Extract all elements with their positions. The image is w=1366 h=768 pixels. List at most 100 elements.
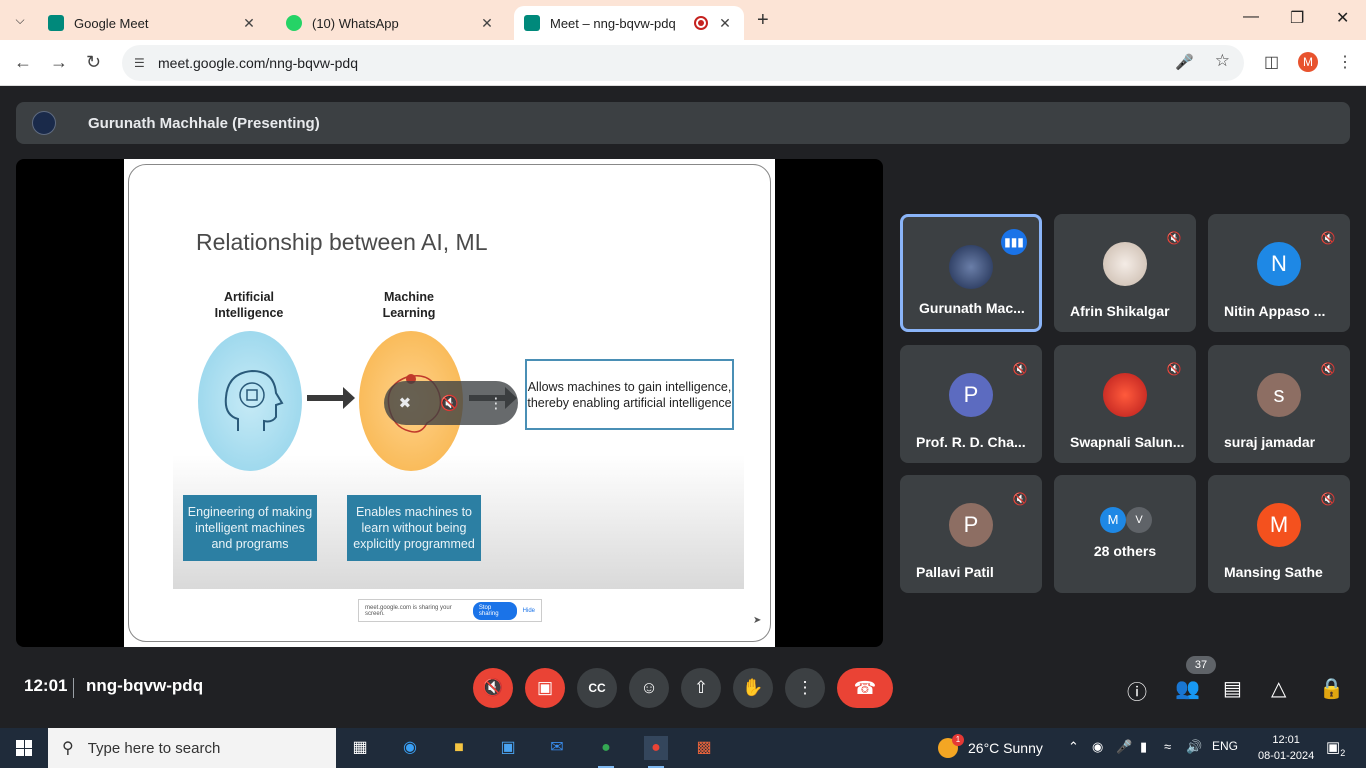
arrow-ai-to-ml bbox=[307, 387, 355, 409]
back-icon[interactable]: ← bbox=[14, 52, 32, 73]
other-avatar: M bbox=[1100, 507, 1126, 533]
restore-icon[interactable]: ❐ bbox=[1290, 8, 1304, 28]
participant-tile[interactable]: 🔇 Swapnali Salun... bbox=[1054, 345, 1196, 463]
more-options-icon[interactable]: ⋮ bbox=[488, 394, 503, 412]
hide-button[interactable]: Hide bbox=[523, 608, 535, 614]
ml-description-box: Enables machines to learn without being … bbox=[347, 495, 481, 561]
side-panel-icon[interactable]: ◫ bbox=[1264, 52, 1279, 72]
captions-button[interactable]: CC bbox=[577, 668, 617, 708]
notification-icon[interactable]: ▣2 bbox=[1326, 738, 1345, 758]
participant-tile[interactable]: P 🔇 Pallavi Patil bbox=[900, 475, 1042, 593]
people-icon[interactable]: 👥 bbox=[1175, 676, 1200, 701]
weather-widget[interactable]: 1 26°C Sunny bbox=[938, 734, 1043, 758]
tab-whatsapp[interactable]: (10) WhatsApp ✕ bbox=[276, 6, 506, 40]
language-indicator[interactable]: ENG bbox=[1212, 739, 1238, 753]
chat-icon[interactable]: ▤ bbox=[1223, 676, 1242, 701]
mail-icon[interactable]: ✉ bbox=[545, 736, 569, 760]
powerpoint-icon[interactable]: ▩ bbox=[692, 736, 716, 760]
participant-tile[interactable]: s 🔇 suraj jamadar bbox=[1208, 345, 1350, 463]
forward-icon[interactable]: → bbox=[50, 52, 68, 73]
participant-name: Nitin Appaso ... bbox=[1224, 303, 1326, 319]
chrome-profile-icon[interactable]: ● bbox=[644, 736, 668, 768]
share-notice-text: meet.google.com is sharing your screen. bbox=[365, 604, 452, 617]
recording-icon bbox=[694, 16, 708, 30]
task-view-icon[interactable]: ▦ bbox=[348, 736, 372, 760]
close-tab-icon[interactable]: ✕ bbox=[716, 15, 734, 32]
new-tab-button[interactable]: + bbox=[757, 9, 769, 32]
mic-off-icon: 🔇 bbox=[1012, 492, 1028, 506]
reload-icon[interactable]: ↻ bbox=[86, 52, 101, 73]
volume-icon[interactable]: 🔊 bbox=[1186, 739, 1202, 755]
taskbar-search-placeholder: Type here to search bbox=[87, 739, 221, 757]
raise-hand-button[interactable]: ✋ bbox=[733, 668, 773, 708]
participant-avatar: P bbox=[949, 503, 993, 547]
stop-sharing-button[interactable]: Stop sharing bbox=[472, 601, 517, 620]
present-button[interactable]: ⇧ bbox=[681, 668, 721, 708]
close-window-icon[interactable]: ✕ bbox=[1336, 8, 1349, 28]
file-explorer-icon[interactable]: ■ bbox=[447, 736, 471, 760]
system-clock[interactable]: 12:01 08-01-2024 bbox=[1258, 732, 1314, 764]
notification-count: 2 bbox=[1340, 748, 1346, 758]
battery-icon[interactable]: ▮ bbox=[1140, 739, 1147, 755]
participant-avatar: s bbox=[1257, 373, 1301, 417]
url-text[interactable]: meet.google.com/nng-bqvw-pdq bbox=[158, 55, 358, 71]
mic-off-icon: 🔇 bbox=[1166, 362, 1182, 376]
leave-call-button[interactable]: ☎ bbox=[837, 668, 893, 708]
mic-off-icon: 🔇 bbox=[1012, 362, 1028, 376]
mute-presentation-icon[interactable]: 🔇 bbox=[440, 394, 459, 412]
mic-toggle-button[interactable]: 🔇 bbox=[473, 668, 513, 708]
wifi-icon[interactable]: ≈ bbox=[1164, 739, 1171, 754]
unpin-icon[interactable]: ✖ bbox=[399, 394, 412, 412]
search-icon: ⚲ bbox=[62, 740, 74, 757]
mic-tray-icon[interactable]: 🎤 bbox=[1116, 739, 1132, 755]
divider bbox=[73, 678, 74, 698]
microphone-icon[interactable]: 🎤 bbox=[1175, 53, 1194, 71]
address-bar[interactable]: ☰ meet.google.com/nng-bqvw-pdq 🎤 ☆ bbox=[122, 45, 1244, 81]
presenter-bar: Gurunath Machhale (Presenting) bbox=[16, 102, 1350, 144]
participant-tile[interactable]: N 🔇 Nitin Appaso ... bbox=[1208, 214, 1350, 332]
clock-time: 12:01 bbox=[1272, 734, 1300, 746]
menu-icon[interactable]: ⋮ bbox=[1337, 52, 1353, 72]
tab-search-icon[interactable]: ⌵ bbox=[8, 8, 32, 32]
chrome-icon[interactable]: ● bbox=[594, 736, 618, 768]
participant-tile[interactable]: ▮▮▮ Gurunath Mac... bbox=[900, 214, 1042, 332]
show-hidden-icons-icon[interactable]: ⌃ bbox=[1068, 739, 1079, 755]
windows-start-icon[interactable] bbox=[16, 740, 32, 756]
participant-tile[interactable]: M 🔇 Mansing Sathe bbox=[1208, 475, 1350, 593]
other-avatar: V bbox=[1126, 507, 1152, 533]
store-icon[interactable]: ▣ bbox=[496, 736, 520, 760]
tab-meet-active[interactable]: Meet – nng-bqvw-pdq ✕ bbox=[514, 6, 744, 40]
close-tab-icon[interactable]: ✕ bbox=[478, 15, 496, 32]
minimize-icon[interactable]: — bbox=[1243, 8, 1259, 26]
camera-toggle-button[interactable]: ▣ bbox=[525, 668, 565, 708]
mic-off-icon: 🔇 bbox=[1320, 362, 1336, 376]
participant-name: Prof. R. D. Cha... bbox=[916, 434, 1026, 450]
participant-avatar: M bbox=[1257, 503, 1301, 547]
participant-name: Afrin Shikalgar bbox=[1070, 303, 1170, 319]
slide: Relationship between AI, ML Artificial I… bbox=[128, 164, 771, 642]
activities-icon[interactable]: △ bbox=[1271, 676, 1286, 701]
emoji-button[interactable]: ☺ bbox=[629, 668, 669, 708]
participant-avatar bbox=[1103, 242, 1147, 286]
record-icon[interactable]: ◉ bbox=[1092, 739, 1103, 755]
bookmark-star-icon[interactable]: ☆ bbox=[1215, 51, 1230, 71]
edge-icon[interactable]: ◉ bbox=[398, 736, 422, 760]
more-options-button[interactable]: ⋮ bbox=[785, 668, 825, 708]
ml-label: Machine Learning bbox=[382, 290, 436, 320]
host-controls-icon[interactable]: 🔒 bbox=[1319, 676, 1344, 701]
profile-avatar[interactable]: M bbox=[1298, 52, 1318, 72]
close-tab-icon[interactable]: ✕ bbox=[240, 15, 258, 32]
presenter-avatar bbox=[32, 111, 56, 135]
others-tile[interactable]: M V 28 others bbox=[1054, 475, 1196, 593]
tab-google-meet[interactable]: Google Meet ✕ bbox=[38, 6, 268, 40]
meeting-details-icon[interactable]: ⓘ bbox=[1127, 676, 1147, 705]
presentation-stage[interactable]: Relationship between AI, ML Artificial I… bbox=[16, 159, 883, 647]
weather-badge: 1 bbox=[952, 734, 964, 746]
participant-tile[interactable]: P 🔇 Prof. R. D. Cha... bbox=[900, 345, 1042, 463]
participant-tile[interactable]: 🔇 Afrin Shikalgar bbox=[1054, 214, 1196, 332]
meet-favicon-icon bbox=[524, 15, 540, 31]
participant-name: Mansing Sathe bbox=[1224, 564, 1323, 580]
site-info-icon[interactable]: ☰ bbox=[134, 56, 152, 70]
taskbar-search[interactable]: ⚲ Type here to search bbox=[48, 728, 336, 768]
sun-icon: 1 bbox=[938, 734, 964, 758]
